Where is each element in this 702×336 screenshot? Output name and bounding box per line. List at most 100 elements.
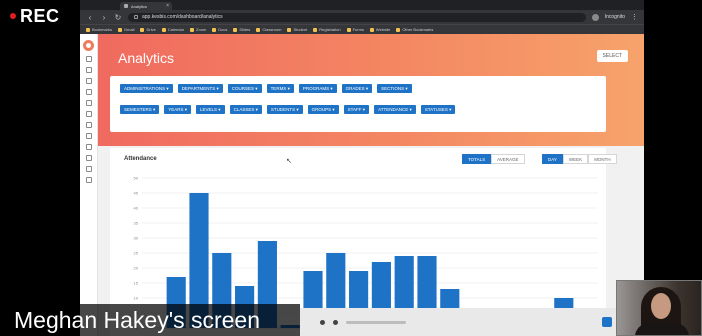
filter-chip-row-2: SEMESTERS ▾ YEARS ▾ LEVELS ▾ CLASSES ▾ STUDE… (120, 105, 596, 114)
filter-chip-button[interactable]: SEMESTERS ▾ (120, 105, 160, 114)
grid-icon[interactable] (85, 177, 92, 183)
strip-divider (346, 320, 406, 324)
filter-chip-button[interactable]: CLASSES ▾ (229, 105, 262, 114)
bookmark-item[interactable]: Registration (313, 27, 341, 32)
filter-chip-button[interactable]: ATTENDANCE ▾ (374, 105, 416, 114)
filter-chip-button[interactable]: GROUPS ▾ (307, 105, 339, 114)
bookmark-item[interactable]: Website (369, 27, 391, 32)
bookmark-item[interactable]: Gmail (118, 27, 134, 32)
filter-chip-button[interactable]: COURSES ▾ (227, 84, 262, 93)
reload-icon[interactable]: ↻ (114, 13, 122, 22)
bookmark-label: Website (375, 27, 391, 32)
forward-icon[interactable]: › (100, 13, 108, 22)
book-icon[interactable] (85, 100, 92, 106)
browser-tab-strip: Analytics × (80, 0, 644, 10)
profile-avatar[interactable] (591, 13, 599, 21)
participant-video-tile[interactable] (616, 280, 702, 336)
page-title: Analytics (118, 50, 175, 66)
users-icon[interactable] (85, 67, 92, 73)
share-options-button[interactable] (602, 317, 612, 327)
screen-owner-banner: Meghan Hakey's screen (0, 304, 300, 336)
app-page: Analytics SELECT ADMINISTRATIONS ▾ DEPART… (80, 34, 644, 336)
bookmark-icon (346, 27, 351, 32)
filter-chip-button[interactable]: STATUSES ▾ (420, 105, 456, 114)
filter-chip-button[interactable]: LEVELS ▾ (196, 105, 225, 114)
bookmark-item[interactable]: Student (287, 27, 307, 32)
toggle-month-button[interactable]: MONTH (588, 154, 617, 164)
filter-chip-button[interactable]: DEPARTMENTS ▾ (177, 84, 223, 93)
filter-chip-button[interactable]: GRADES ▾ (341, 84, 373, 93)
y-tick-label: 45 (134, 191, 139, 196)
bookmark-item[interactable]: Forms (346, 27, 364, 32)
bookmark-label: Other Bookmarks (402, 27, 434, 32)
header-select-button[interactable]: SELECT (596, 50, 628, 62)
chart-icon[interactable] (85, 89, 92, 95)
profile-label: Incognito (604, 14, 625, 20)
y-tick-label: 30 (134, 236, 139, 241)
bookmark-label: Docs (218, 27, 228, 32)
back-icon[interactable]: ‹ (86, 13, 94, 22)
pause-share-icon[interactable] (320, 319, 325, 325)
app-logo-icon[interactable] (83, 40, 94, 51)
toggle-day-button[interactable]: DAY (542, 154, 563, 164)
tab-title: Analytics (131, 3, 148, 9)
bookmark-icon (233, 27, 238, 32)
filter-chip-button[interactable]: STUDENTS ▾ (266, 105, 303, 114)
bookmark-item[interactable]: Calendar (161, 27, 184, 32)
mail-icon[interactable] (85, 155, 92, 161)
lock-icon (134, 15, 138, 19)
shared-browser-window: Analytics × ‹ › ↻ app.kesbis.com/dashboa… (80, 0, 644, 336)
bookmark-icon (313, 27, 318, 32)
settings-icon[interactable] (85, 144, 92, 150)
y-tick-label: 40 (134, 206, 139, 211)
annotate-icon[interactable] (333, 319, 338, 325)
calendar-icon[interactable] (85, 78, 92, 84)
y-tick-label: 35 (134, 221, 139, 226)
bookmark-icon (212, 27, 217, 32)
screen-owner-label: Meghan Hakey's screen (14, 306, 261, 333)
bookmark-label: Registration (319, 27, 341, 32)
list-icon[interactable] (85, 122, 92, 128)
y-tick-label: 10 (134, 296, 139, 301)
bookmark-item[interactable]: Bookmarks (86, 27, 112, 32)
y-tick-label: 50 (134, 176, 139, 181)
bookmark-item[interactable]: Drive (140, 27, 156, 32)
filter-chip-button[interactable]: PROGRAMS ▾ (298, 84, 337, 93)
bookmark-item[interactable]: Docs (212, 27, 227, 32)
person-icon[interactable] (85, 133, 92, 139)
bookmark-icon (369, 27, 374, 32)
address-bar[interactable]: app.kesbis.com/dashboard/analytics (128, 12, 586, 22)
share-control-strip (300, 308, 616, 336)
toggle-totals-button[interactable]: TOTALS (462, 154, 492, 164)
mode-toggle: TOTALS AVERAGE (462, 154, 525, 164)
bookmark-item[interactable]: Other Bookmarks (396, 27, 433, 32)
close-tab-icon[interactable]: × (166, 3, 169, 9)
mouse-cursor-icon: ↖ (286, 158, 292, 165)
filter-chip-button[interactable]: STAFF ▾ (343, 105, 370, 114)
bookmark-icon (190, 27, 195, 32)
profile-icon[interactable] (85, 166, 92, 172)
bookmark-icon (140, 27, 145, 32)
filter-chip-button[interactable]: YEARS ▾ (164, 105, 192, 114)
bookmark-item[interactable]: Classroom (256, 27, 281, 32)
bookmark-item[interactable]: Slides (233, 27, 250, 32)
toggle-week-button[interactable]: WEEK (562, 154, 589, 164)
bookmark-label: Forms (352, 27, 364, 32)
bookmark-icon (256, 27, 261, 32)
bookmark-item[interactable]: Zoom (190, 27, 206, 32)
url-text: app.kesbis.com/dashboard/analytics (142, 14, 223, 20)
record-dot-icon (10, 13, 16, 19)
filter-chip-button[interactable]: ADMINISTRATIONS ▾ (120, 84, 173, 93)
filter-card: ADMINISTRATIONS ▾ DEPARTMENTS ▾ COURSES ▾ T… (110, 76, 606, 132)
y-tick-label: 20 (134, 266, 139, 271)
filter-chip-button[interactable]: SECTIONS ▾ (377, 84, 412, 93)
browser-tab[interactable]: Analytics × (120, 2, 172, 10)
bookmark-label: Drive (146, 27, 156, 32)
bookmark-icon (396, 27, 401, 32)
bookmark-label: Student (293, 27, 308, 32)
info-icon[interactable] (85, 111, 92, 117)
browser-menu-icon[interactable]: ⋮ (631, 13, 638, 21)
home-icon[interactable] (85, 56, 92, 62)
toggle-average-button[interactable]: AVERAGE (491, 154, 525, 164)
filter-chip-button[interactable]: TERMS ▾ (266, 84, 294, 93)
